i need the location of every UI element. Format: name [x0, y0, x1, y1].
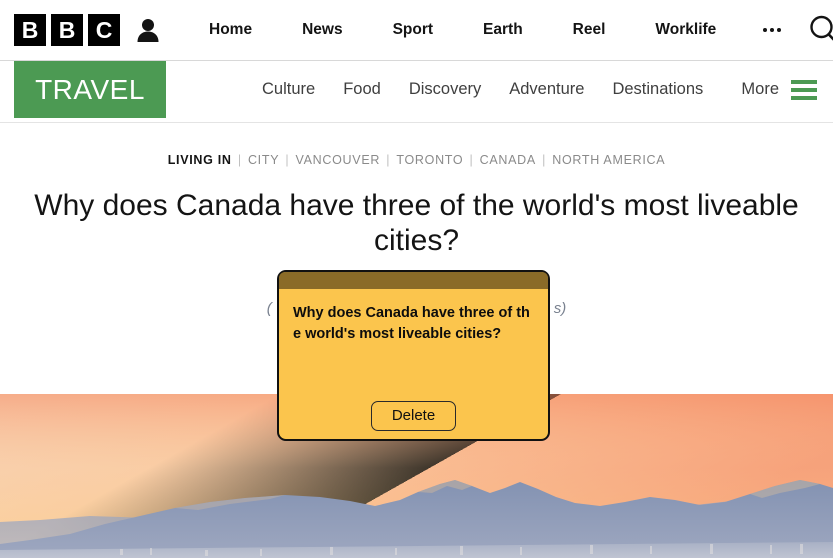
account-person-icon[interactable] — [136, 14, 160, 46]
bbc-logo-letter-2: B — [51, 14, 83, 46]
travel-brand-logo[interactable]: TRAVEL — [14, 61, 166, 118]
breadcrumb-item-city[interactable]: CITY — [248, 153, 279, 167]
dialog-body: Why does Canada have three of the world'… — [279, 289, 548, 439]
breadcrumb-item-toronto[interactable]: TORONTO — [396, 153, 463, 167]
global-nav-item-reel[interactable]: Reel — [548, 21, 631, 39]
brand-nav-item-food[interactable]: Food — [329, 80, 395, 99]
global-navigation-bar: B B C Home News Sport Earth Reel Worklif… — [0, 0, 833, 61]
ellipsis-icon[interactable] — [741, 28, 799, 32]
sticky-note-dialog[interactable]: Why does Canada have three of the world'… — [277, 270, 550, 441]
breadcrumb-item-canada[interactable]: CANADA — [480, 153, 536, 167]
global-nav-item-earth[interactable]: Earth — [458, 21, 548, 39]
global-nav-item-news[interactable]: News — [277, 21, 368, 39]
bbc-logo-letter-3: C — [88, 14, 120, 46]
global-nav-item-worklife[interactable]: Worklife — [630, 21, 741, 39]
bbc-logo[interactable]: B B C — [14, 14, 120, 46]
breadcrumb-item-north-america[interactable]: NORTH AMERICA — [552, 153, 665, 167]
breadcrumb-separator: | — [281, 153, 294, 167]
delete-button[interactable]: Delete — [370, 401, 457, 431]
brand-nav-item-adventure[interactable]: Adventure — [495, 80, 598, 99]
global-nav-links: Home News Sport Earth Reel Worklife — [184, 21, 741, 39]
breadcrumb-separator: | — [537, 153, 551, 167]
brand-nav-links: Culture Food Discovery Adventure Destina… — [248, 61, 741, 118]
breadcrumb-primary[interactable]: LIVING IN — [168, 153, 232, 167]
brand-more-label: More — [741, 80, 779, 98]
breadcrumb: LIVING IN | CITY | VANCOUVER | TORONTO |… — [0, 153, 833, 167]
brand-nav-item-destinations[interactable]: Destinations — [598, 80, 717, 99]
image-credit-right: s) — [553, 300, 567, 317]
global-nav-item-sport[interactable]: Sport — [368, 21, 458, 39]
breadcrumb-separator: | — [465, 153, 478, 167]
dialog-note-text: Why does Canada have three of the world'… — [293, 305, 530, 343]
bbc-logo-letter-1: B — [14, 14, 46, 46]
brand-navigation-bar: TRAVEL Culture Food Discovery Adventure … — [0, 61, 833, 123]
dialog-title-bar[interactable] — [279, 272, 548, 289]
breadcrumb-item-vancouver[interactable]: VANCOUVER — [296, 153, 381, 167]
hamburger-menu-icon[interactable] — [791, 79, 817, 100]
dialog-footer: Delete — [279, 401, 548, 431]
brand-nav-item-culture[interactable]: Culture — [248, 80, 329, 99]
brand-more-menu[interactable]: More — [741, 61, 833, 118]
brand-nav-item-discovery[interactable]: Discovery — [395, 80, 495, 99]
breadcrumb-separator: | — [382, 153, 395, 167]
page-title: Why does Canada have three of the world'… — [34, 189, 799, 257]
global-nav-item-home[interactable]: Home — [184, 21, 277, 39]
image-credit-left: ( — [266, 300, 272, 317]
search-icon[interactable] — [807, 13, 833, 47]
breadcrumb-separator: | — [233, 153, 246, 167]
